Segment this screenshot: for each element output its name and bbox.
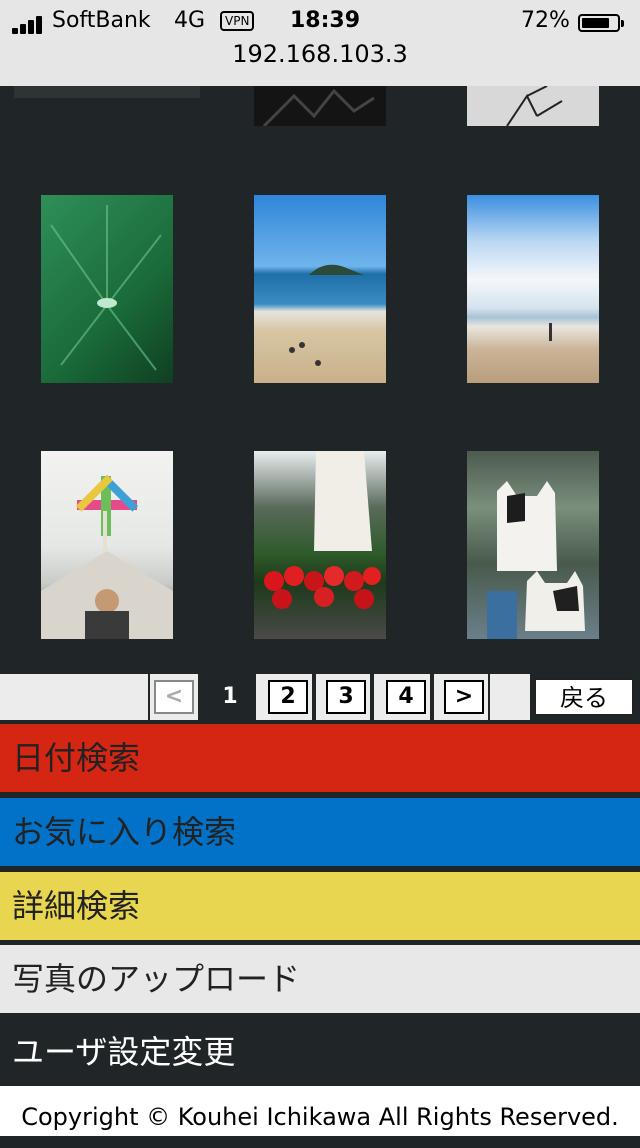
statue-roses-photo[interactable] (254, 451, 386, 639)
partial-photo-right[interactable] (467, 86, 599, 126)
next-page-button[interactable]: > (444, 680, 484, 714)
beach-island-photo[interactable] (254, 195, 386, 383)
prev-page-button[interactable]: < (154, 680, 194, 714)
partial-photo-middle[interactable] (254, 86, 386, 126)
clock: 18:39 (290, 8, 361, 33)
page-4-button[interactable]: 4 (386, 680, 426, 714)
battery-icon (578, 14, 624, 32)
address-bar-url[interactable]: 192.168.103.3 (0, 40, 640, 68)
beach-clouds-photo[interactable] (467, 195, 599, 383)
vpn-icon: VPN (220, 11, 255, 31)
page-2-button[interactable]: 2 (268, 680, 308, 714)
back-button[interactable]: 戻る (534, 678, 634, 716)
lotus-leaf-photo[interactable] (41, 195, 173, 383)
current-page: 1 (222, 684, 238, 709)
menu-photo-upload[interactable]: 写真のアップロード (0, 945, 640, 1013)
pagination-spacer (0, 674, 148, 720)
network-type: 4G (174, 8, 206, 33)
cats-photo[interactable] (467, 451, 599, 639)
carrier-name: SoftBank (52, 8, 151, 33)
page-3-button[interactable]: 3 (326, 680, 366, 714)
status-bar: SoftBank 4G VPN 18:39 72% 192.168.103.3 (0, 0, 640, 86)
menu-date-search[interactable]: 日付検索 (0, 724, 640, 792)
pagination-bar: < 1 2 3 4 > 戻る (0, 672, 640, 720)
copyright-footer: Copyright © Kouhei Ichikawa All Rights R… (0, 1086, 640, 1136)
pagination-gap (490, 674, 530, 720)
signal-strength-icon (12, 16, 46, 34)
menu-detail-search[interactable]: 詳細検索 (0, 872, 640, 940)
menu-user-settings[interactable]: ユーザ設定変更 (0, 1018, 640, 1086)
partial-photo-left[interactable] (14, 86, 200, 98)
battery-percent: 72% (521, 8, 570, 33)
boy-pinwheel-photo[interactable] (41, 451, 173, 639)
menu-favorites-search[interactable]: お気に入り検索 (0, 798, 640, 866)
